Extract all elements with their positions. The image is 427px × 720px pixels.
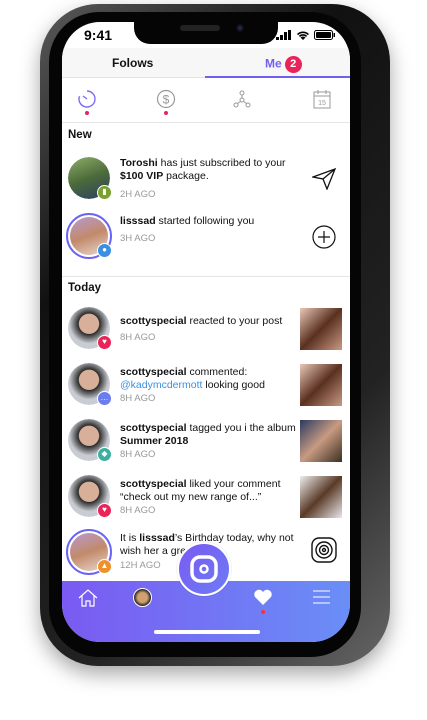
notification-text: lisssad started following you <box>120 215 255 227</box>
calendar-icon[interactable]: 15 <box>313 89 331 109</box>
active-tab-indicator <box>205 76 350 78</box>
wifi-icon <box>297 31 309 40</box>
notification-item[interactable]: ♥ scottyspecial liked your comment “chec… <box>62 475 350 531</box>
timestamp: 12H AGO <box>120 560 161 571</box>
timestamp: 8H AGO <box>120 505 156 516</box>
timestamp: 8H AGO <box>120 449 156 460</box>
post-thumbnail[interactable] <box>300 308 342 350</box>
send-icon[interactable] <box>312 168 336 190</box>
dollar-dot <box>164 111 168 115</box>
heart-badge-icon: ♥ <box>97 335 112 350</box>
heart-badge-icon: ♥ <box>97 503 112 518</box>
status-icons <box>276 30 336 40</box>
tag-badge-icon: ◆ <box>97 447 112 462</box>
subscription-icon: ▮ <box>97 185 112 200</box>
camera-icon <box>190 555 218 583</box>
mention-link[interactable]: @kadymcdermott <box>120 379 202 391</box>
section-new: New <box>68 129 92 141</box>
tab-folows[interactable]: Folows <box>112 56 153 70</box>
timestamp: 3H AGO <box>120 233 156 244</box>
timestamp: 2H AGO <box>120 189 156 200</box>
activity-icon[interactable] <box>77 89 97 109</box>
network-icon[interactable] <box>232 89 252 109</box>
timestamp: 8H AGO <box>120 332 156 343</box>
section-today: Today <box>68 282 102 294</box>
status-time: 9:41 <box>84 27 113 43</box>
tab-me-label: Me <box>265 56 282 71</box>
home-icon[interactable] <box>78 589 98 607</box>
heart-icon[interactable] <box>253 588 273 606</box>
notification-item[interactable]: ◆ scottyspecial tagged you i the album S… <box>62 419 350 475</box>
post-thumbnail[interactable] <box>300 476 342 518</box>
profile-avatar[interactable] <box>133 588 152 607</box>
dollar-icon[interactable]: $ <box>156 89 176 109</box>
instagram-wish-icon[interactable] <box>311 537 337 563</box>
timestamp: 8H AGO <box>120 393 156 404</box>
notification-item[interactable]: … scottyspecial commented: @kadymcdermott… <box>62 363 350 419</box>
tab-me[interactable]: Me 2 <box>265 56 302 73</box>
menu-icon[interactable] <box>313 590 330 604</box>
screen: 9:41 Folows Me 2 $ 15 New ▮ Toroshi has j… <box>62 22 350 642</box>
home-indicator[interactable] <box>154 630 260 634</box>
svg-text:$: $ <box>163 93 170 107</box>
tab-bar: Folows Me 2 <box>62 48 350 78</box>
notification-text: scottyspecial tagged you i the album Sum… <box>120 422 296 447</box>
follower-icon: ● <box>97 243 112 258</box>
notification-item[interactable]: ▮ Toroshi has just subscribed to your $1… <box>62 155 350 211</box>
activity-dot <box>85 111 89 115</box>
birthday-cake-icon: ▲ <box>97 559 112 574</box>
notification-text: scottyspecial reacted to your post <box>120 315 283 327</box>
notification-badge: 2 <box>284 56 302 73</box>
notification-text: scottyspecial commented: @kadymcdermott l… <box>120 366 265 391</box>
post-thumbnail[interactable] <box>300 364 342 406</box>
section-divider <box>62 276 350 277</box>
notch <box>134 22 278 44</box>
camera-button[interactable] <box>177 542 231 596</box>
album-thumbnail[interactable] <box>300 420 342 462</box>
heart-notification-dot <box>261 610 265 614</box>
follow-back-plus-icon[interactable] <box>312 225 336 249</box>
notification-text: scottyspecial liked your comment “check … <box>120 478 281 503</box>
battery-icon <box>314 30 335 40</box>
notification-text: Toroshi has just subscribed to your $100… <box>120 157 286 182</box>
filter-row: $ 15 <box>62 79 350 123</box>
comment-badge-icon: … <box>97 391 112 406</box>
svg-text:15: 15 <box>318 100 326 107</box>
notification-item[interactable]: ● lisssad started following you 3H AGO <box>62 213 350 269</box>
notification-item[interactable]: ♥ scottyspecial reacted to your post 8H … <box>62 307 350 363</box>
signal-icon <box>276 30 291 40</box>
